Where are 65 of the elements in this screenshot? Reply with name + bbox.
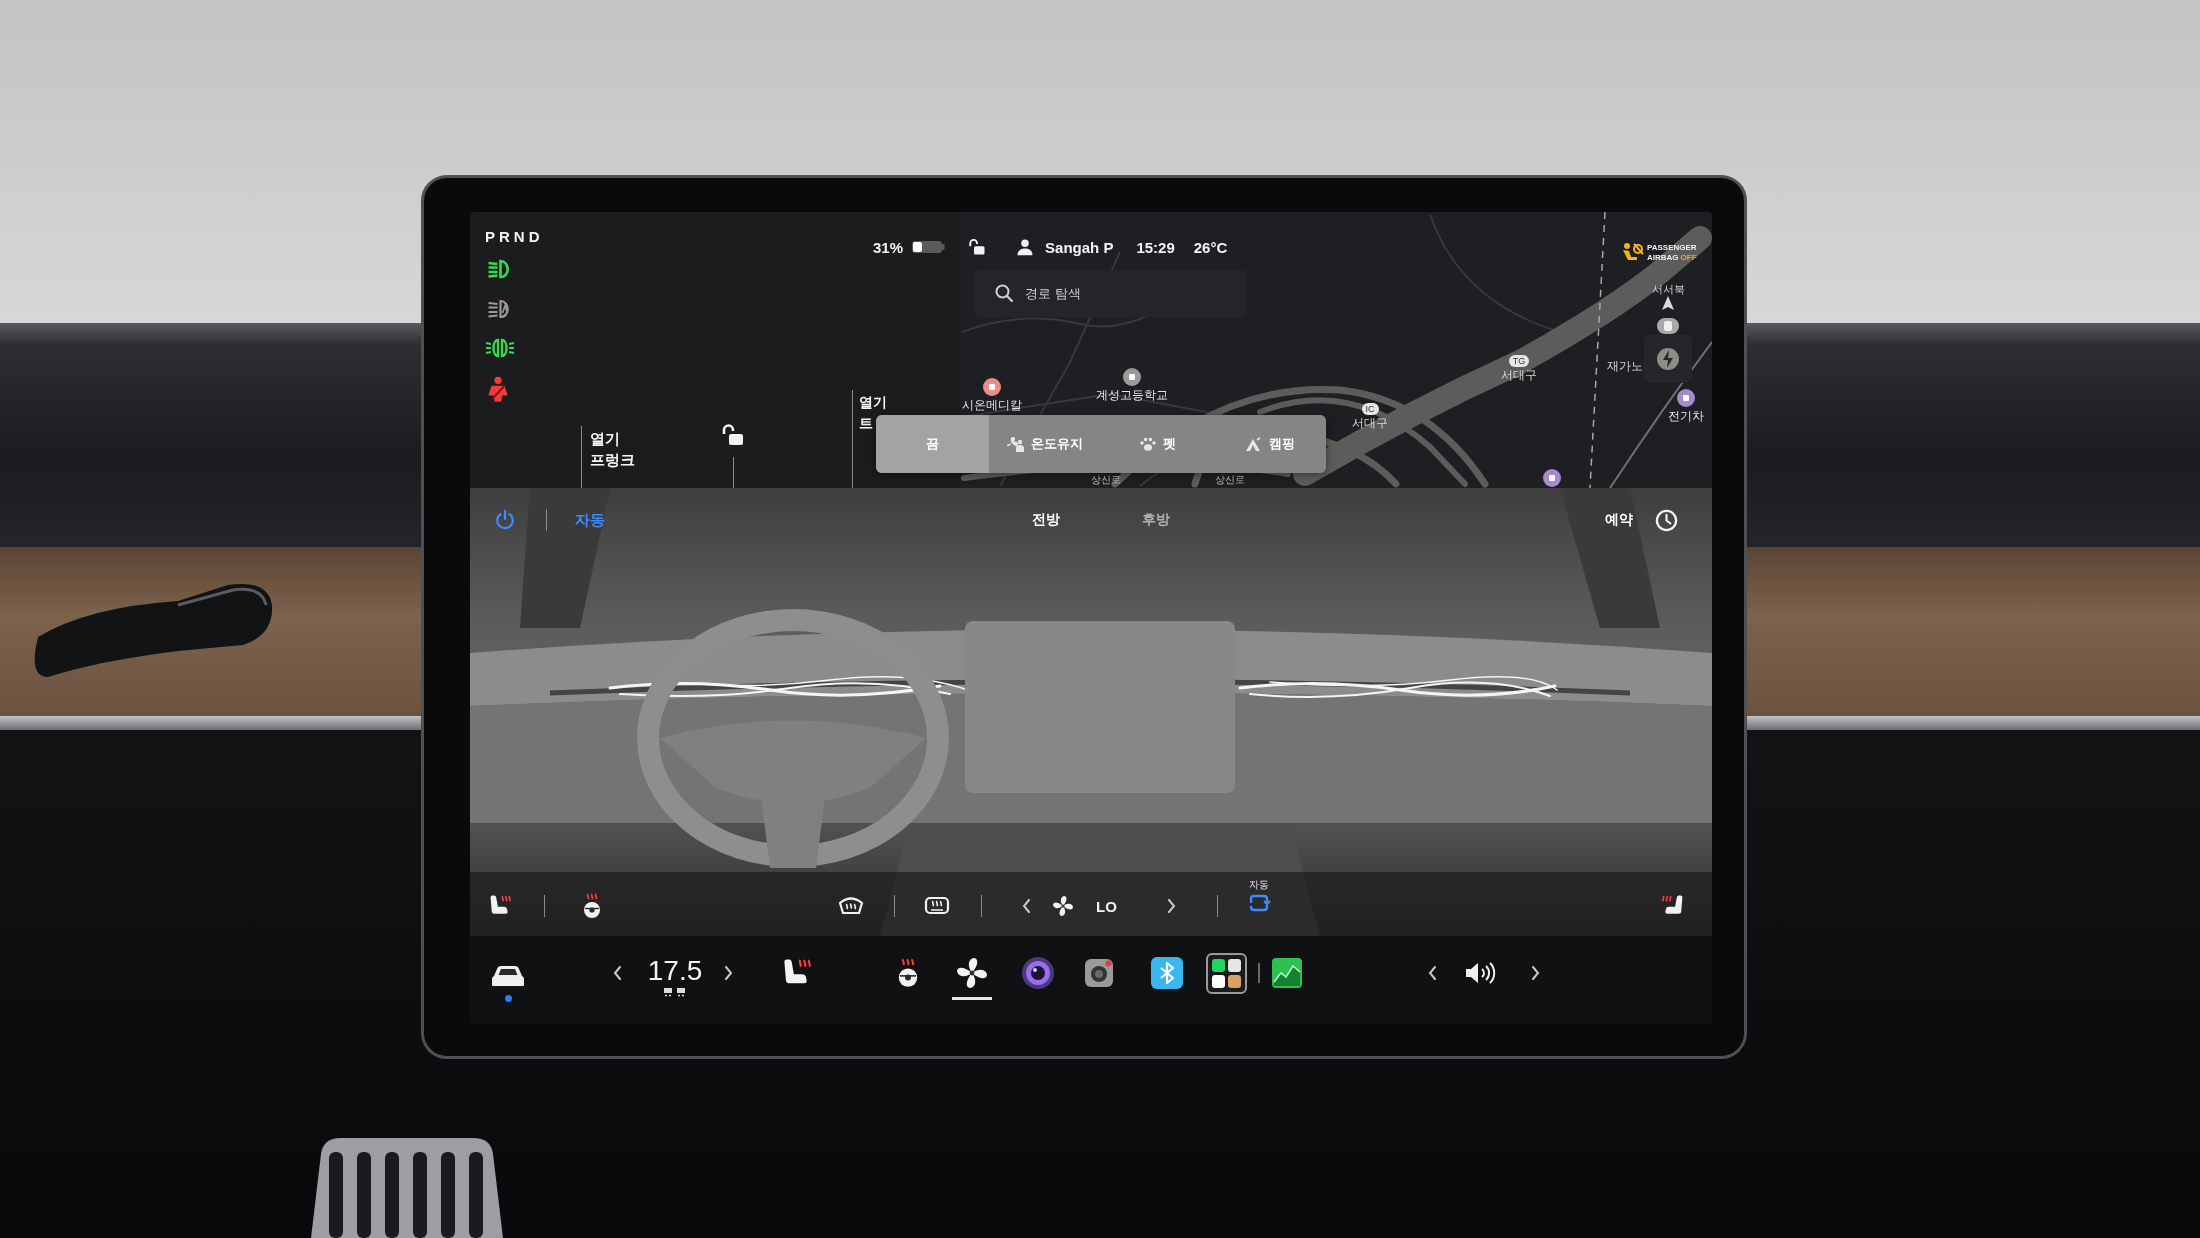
cabin-mode-option[interactable]: 펫 <box>1101 415 1214 473</box>
map-pin-icon[interactable] <box>982 377 1002 397</box>
navigation-arrow-icon <box>1662 296 1674 310</box>
airbag-label: PASSENGER <box>1647 243 1697 253</box>
chevron-left-icon[interactable] <box>613 966 622 980</box>
battery-icon <box>911 240 946 254</box>
volume-icon[interactable] <box>1464 961 1496 985</box>
route-badge: IC <box>1361 403 1379 415</box>
camera-lens-icon <box>1021 956 1055 990</box>
search-field[interactable]: 경로 탐색 <box>974 270 1247 317</box>
place-label: 서대구 <box>1352 416 1388 430</box>
poi-label: 계성고등학교 <box>1096 388 1168 402</box>
person-icon[interactable] <box>1016 238 1035 256</box>
paw-icon <box>1138 436 1156 452</box>
cabin-mode-option[interactable]: 끔 <box>876 415 989 473</box>
padlock-icon[interactable] <box>968 238 987 256</box>
clock-icon <box>1655 508 1678 532</box>
fan-icon <box>1051 894 1075 918</box>
rear-window-defrost-icon[interactable] <box>924 895 950 917</box>
place-label: 재가노 <box>1607 359 1643 373</box>
fan-speed-label: LO <box>1096 897 1117 915</box>
map-pin-icon[interactable] <box>1676 388 1696 408</box>
tent-icon <box>1244 436 1262 452</box>
zone-tab[interactable]: 후방 <box>1142 511 1170 529</box>
windshield-defrost-icon[interactable] <box>838 895 864 917</box>
map-pin-icon[interactable] <box>1122 367 1142 387</box>
road-name-label: 상신로 <box>1091 474 1121 486</box>
place-label: 서대구 <box>1501 368 1537 382</box>
battery-percent: 31% <box>873 238 904 256</box>
airbag-status: OFF <box>1680 253 1697 263</box>
gear-indicator: PRND <box>485 228 545 245</box>
chevron-right-icon[interactable] <box>724 966 733 980</box>
power-icon[interactable] <box>494 509 516 531</box>
chevron-left-icon[interactable] <box>1428 966 1437 980</box>
dashcam-icon <box>1085 959 1113 987</box>
road-name-label: 상신로 <box>1215 474 1245 486</box>
poi-label: 전기차 <box>1668 409 1704 423</box>
schedule-button[interactable]: 예약 <box>1605 508 1678 532</box>
cabin-mode-option[interactable]: 온도유지 <box>988 415 1101 473</box>
lightning-icon[interactable] <box>1644 335 1692 383</box>
chevron-left-icon[interactable] <box>1022 899 1031 913</box>
cabin-temperature: 17.5 <box>647 957 703 985</box>
poi-label: 시온메디칼 <box>962 398 1022 412</box>
chevron-right-icon[interactable] <box>1166 899 1176 913</box>
cabin-mode-option[interactable]: 캠핑 <box>1213 415 1326 473</box>
airflow-mode-icon <box>662 987 688 997</box>
outside-temperature: 26°C <box>1193 238 1228 256</box>
clock-time: 15:29 <box>1136 238 1175 256</box>
fan-person-icon <box>1006 436 1024 452</box>
zone-tab[interactable]: 전방 <box>1032 511 1060 529</box>
bluetooth-icon <box>1151 957 1183 989</box>
car-icon[interactable] <box>491 964 525 988</box>
app-grid-icon <box>1206 952 1247 994</box>
fan-icon <box>954 955 990 991</box>
driver-name[interactable]: Sangah P <box>1045 238 1114 256</box>
app-button[interactable] <box>952 955 992 1000</box>
recirculation-mode-label: 자동 <box>1248 879 1269 891</box>
search-icon <box>995 284 1013 302</box>
padlock-icon[interactable] <box>721 423 745 447</box>
airbag-label: AIRBAG <box>1647 253 1679 263</box>
auto-button[interactable]: 자동 <box>575 510 605 530</box>
compass-heading: 서서북 <box>1651 282 1685 296</box>
chart-icon <box>1272 958 1302 988</box>
chevron-right-icon[interactable] <box>1531 966 1540 980</box>
map-pin-icon[interactable] <box>1542 468 1562 488</box>
